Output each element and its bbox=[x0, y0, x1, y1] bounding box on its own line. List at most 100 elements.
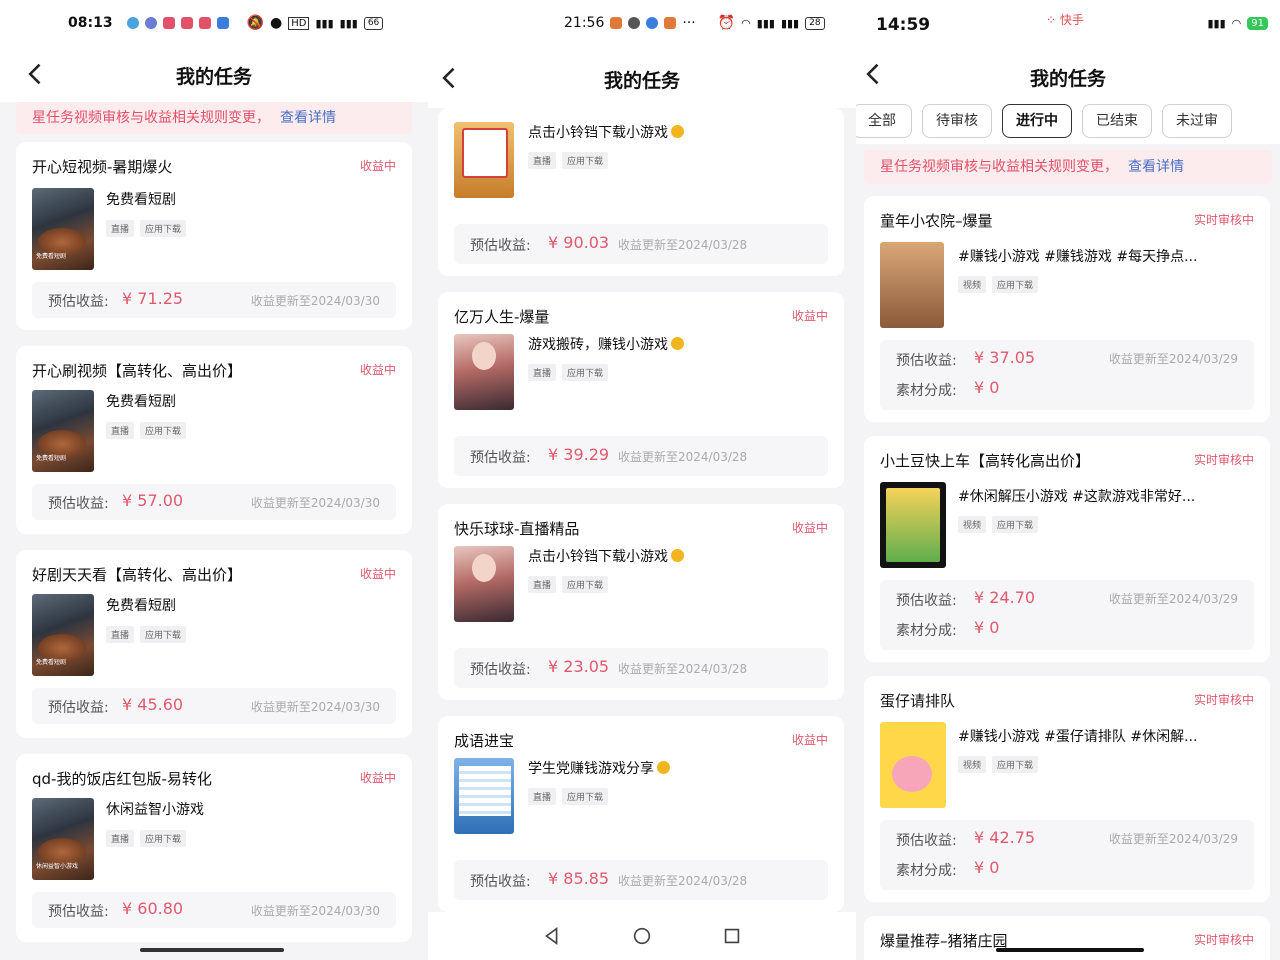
home-indicator[interactable] bbox=[996, 948, 1144, 952]
task-tags: 直播 应用下载 bbox=[106, 220, 187, 237]
status-time: 08:13 bbox=[68, 15, 113, 31]
app-notification-icon bbox=[180, 17, 193, 29]
earnings-label: 预估收益: bbox=[48, 700, 109, 716]
status-badge: 实时审核中 bbox=[1193, 453, 1254, 467]
earnings-amount: ¥ 39.29 bbox=[548, 445, 610, 464]
earnings-amount: ¥ 85.85 bbox=[548, 869, 610, 888]
status-badge: 实时审核中 bbox=[1193, 933, 1254, 947]
task-title: 开心短视频-暑期爆火 bbox=[32, 158, 173, 176]
task-tags: 直播 应用下载 bbox=[528, 788, 609, 805]
task-card[interactable]: 童年小农院–爆量 实时审核中 #赚钱小游戏 #赚钱游戏 #每天挣点... 视频 … bbox=[864, 196, 1270, 422]
home-indicator[interactable] bbox=[140, 948, 284, 952]
signal-icon: ▮▮▮ bbox=[756, 16, 775, 30]
status-badge: 收益中 bbox=[791, 521, 828, 535]
task-card[interactable]: 开心刷视频【高转化、高出价】 收益中 免费看短剧 免费看短剧 直播 应用下载 预… bbox=[16, 346, 412, 534]
app-notification-icon bbox=[216, 17, 229, 29]
task-card[interactable]: 开心短视频-暑期爆火 收益中 免费看短剧 免费看短剧 直播 应用下载 预估收益:… bbox=[16, 142, 412, 330]
task-card[interactable]: 蛋仔请排队 实时审核中 #赚钱小游戏 #蛋仔请排队 #休闲解... 视频 应用下… bbox=[864, 676, 1270, 902]
update-date: 收益更新至2024/03/28 bbox=[618, 450, 748, 464]
share-amount: ¥ 0 bbox=[974, 618, 1000, 637]
filter-ended[interactable]: 已结束 bbox=[1082, 104, 1152, 138]
filter-in-progress[interactable]: 进行中 bbox=[1002, 104, 1072, 138]
tag: 视频 bbox=[958, 276, 987, 293]
task-thumbnail: 休闲益智小游戏 bbox=[32, 798, 94, 880]
earnings-row: 预估收益: ¥ 23.05 收益更新至2024/03/28 bbox=[454, 648, 828, 688]
task-name: 免费看短剧 bbox=[106, 598, 176, 614]
system-navigation-bar bbox=[428, 912, 856, 960]
share-label: 素材分成: bbox=[896, 383, 957, 399]
task-card[interactable]: 小土豆快上车【高转化高出价】 实时审核中 #休闲解压小游戏 #这款游戏非常好..… bbox=[864, 436, 1270, 662]
location-icon: ● bbox=[270, 15, 283, 31]
system-icons: ⏰ ◠ ▮▮▮ ▮▮▮ 28 bbox=[718, 15, 825, 31]
status-bar: 21:56 ··· ⏰ ◠ ▮▮▮ ▮▮▮ 28 bbox=[428, 0, 856, 46]
app-indicator: ⁘ 快手 bbox=[1046, 13, 1084, 27]
mute-icon: 🔕 bbox=[246, 15, 265, 31]
status-badge: 收益中 bbox=[359, 771, 396, 785]
earnings-amount: ¥ 23.05 bbox=[548, 657, 610, 676]
screen-2: 21:56 ··· ⏰ ◠ ▮▮▮ ▮▮▮ 28 我的任务 点击小铃铛下载小游戏… bbox=[428, 0, 856, 960]
task-name: 学生党赚钱游戏分享 bbox=[528, 758, 670, 778]
tag: 应用下载 bbox=[140, 422, 187, 439]
task-title: 爆量推荐–猪猪庄园 bbox=[880, 932, 1008, 950]
app-notification-icon bbox=[664, 17, 677, 29]
tag: 直播 bbox=[528, 576, 557, 593]
signal-icon: ▮▮▮ bbox=[780, 16, 800, 30]
task-thumbnail bbox=[454, 758, 514, 834]
notification-icons: ··· bbox=[610, 15, 696, 31]
task-card[interactable]: 亿万人生-爆量 收益中 游戏搬砖，赚钱小游戏 直播 应用下载 预估收益: ¥ 3… bbox=[438, 292, 844, 488]
earnings-amount: ¥ 37.05 bbox=[974, 348, 1036, 367]
rules-notice: 星任务视频审核与收益相关规则变更， 查看详情 bbox=[864, 150, 1272, 184]
notice-link[interactable]: 查看详情 bbox=[280, 110, 336, 126]
task-title: 亿万人生-爆量 bbox=[454, 308, 550, 326]
status-bar: 08:13 🔕 ● HD ▮▮▮ ▮▮▮ 66 bbox=[0, 0, 428, 46]
tag: 应用下载 bbox=[562, 576, 609, 593]
more-icon: ··· bbox=[682, 15, 696, 31]
update-date: 收益更新至2024/03/29 bbox=[1108, 352, 1238, 366]
filter-all[interactable]: 全部 bbox=[856, 104, 912, 138]
notice-text: 星任务视频审核与收益相关规则变更， bbox=[880, 159, 1118, 175]
filter-pending[interactable]: 待审核 bbox=[922, 104, 992, 138]
app-notification-icon bbox=[646, 17, 659, 29]
alarm-icon: ⏰ bbox=[717, 15, 736, 31]
task-card[interactable]: 爆量推荐–猪猪庄园 实时审核中 bbox=[864, 916, 1270, 960]
filter-rejected[interactable]: 未过审 bbox=[1162, 104, 1232, 138]
money-bag-icon bbox=[671, 125, 684, 138]
status-badge: 收益中 bbox=[359, 567, 396, 581]
task-card[interactable]: qd-我的饭店红包版-易转化 收益中 休闲益智小游戏 休闲益智小游戏 直播 应用… bbox=[16, 754, 412, 942]
earnings-label: 预估收益: bbox=[896, 833, 957, 849]
task-title: 蛋仔请排队 bbox=[880, 692, 956, 710]
notice-link[interactable]: 查看详情 bbox=[1128, 159, 1184, 175]
update-date: 收益更新至2024/03/28 bbox=[618, 662, 748, 676]
earnings-panel: 预估收益: ¥ 37.05 收益更新至2024/03/29 素材分成: ¥ 0 bbox=[880, 340, 1254, 410]
tag: 应用下载 bbox=[140, 626, 187, 643]
back-triangle-icon[interactable] bbox=[541, 925, 563, 947]
recents-square-icon[interactable] bbox=[721, 925, 743, 947]
share-label: 素材分成: bbox=[896, 863, 957, 879]
share-label: 素材分成: bbox=[896, 623, 957, 639]
system-icons: ▮▮▮ ◠ 91 bbox=[1207, 17, 1268, 30]
tag: 直播 bbox=[106, 422, 135, 439]
task-tags: 视频 应用下载 bbox=[958, 276, 1039, 293]
earnings-label: 预估收益: bbox=[470, 874, 531, 890]
task-card[interactable]: 点击小铃铛下载小游戏 直播 应用下载 预估收益: ¥ 90.03 收益更新至20… bbox=[438, 108, 844, 276]
tag: 直播 bbox=[106, 220, 135, 237]
earnings-amount: ¥ 45.60 bbox=[122, 695, 184, 714]
notice-text: 星任务视频审核与收益相关规则变更， bbox=[32, 110, 270, 126]
status-badge: 收益中 bbox=[791, 309, 828, 323]
update-date: 收益更新至2024/03/28 bbox=[618, 238, 748, 252]
app-notification-icon bbox=[144, 17, 157, 29]
task-card[interactable]: 成语进宝 收益中 学生党赚钱游戏分享 直播 应用下载 预估收益: ¥ 85.85… bbox=[438, 716, 844, 912]
wifi-icon: ◠ bbox=[1231, 17, 1242, 30]
signal-icon: ▮▮▮ bbox=[315, 16, 334, 30]
update-date: 收益更新至2024/03/30 bbox=[250, 904, 380, 918]
task-name: 休闲益智小游戏 bbox=[106, 802, 204, 818]
update-date: 收益更新至2024/03/29 bbox=[1108, 832, 1238, 846]
task-card[interactable]: 好剧天天看【高转化、高出价】 收益中 免费看短剧 免费看短剧 直播 应用下载 预… bbox=[16, 550, 412, 738]
app-notification-icon bbox=[628, 17, 641, 29]
earnings-label: 预估收益: bbox=[470, 450, 531, 466]
task-name: 免费看短剧 bbox=[106, 192, 176, 208]
signal-icon: ▮▮▮ bbox=[1207, 17, 1226, 30]
task-tags: 直播 应用下载 bbox=[528, 364, 609, 381]
home-circle-icon[interactable] bbox=[631, 925, 653, 947]
task-card[interactable]: 快乐球球-直播精品 收益中 点击小铃铛下载小游戏 直播 应用下载 预估收益: ¥… bbox=[438, 504, 844, 700]
